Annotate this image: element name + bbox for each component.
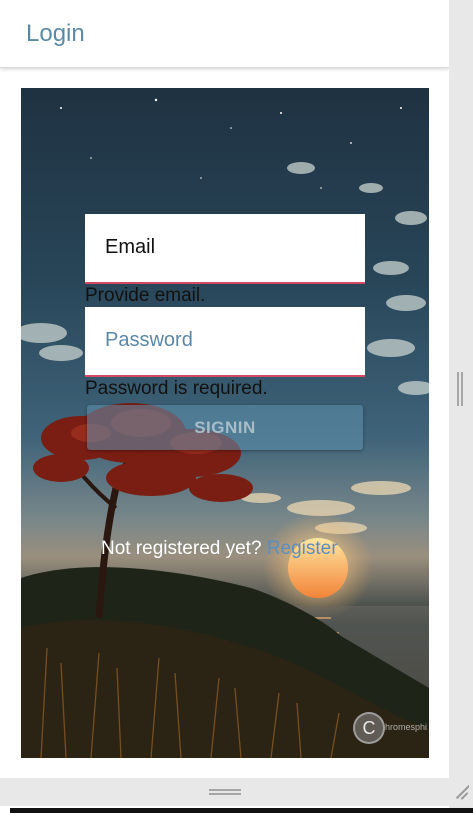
page-title: Login	[26, 20, 85, 47]
horizontal-resize-handle-icon[interactable]	[209, 789, 241, 795]
register-link[interactable]: Register	[267, 538, 338, 559]
bottom-divider	[10, 808, 473, 813]
email-field[interactable]: Email	[85, 214, 365, 284]
corner-resize-grip-icon[interactable]	[453, 784, 469, 800]
register-prompt-line: Not registered yet? Register	[101, 538, 338, 560]
password-error-message: Password is required.	[85, 378, 268, 399]
email-placeholder: Email	[105, 236, 156, 258]
vertical-resize-handle-icon[interactable]	[457, 372, 463, 406]
login-background-scene: Email Provide email. Password Password i…	[21, 88, 429, 758]
password-placeholder: Password	[105, 329, 193, 351]
app-header: Login	[0, 0, 449, 68]
watermark-logo: C hromesphi	[351, 710, 429, 746]
watermark-circle-icon: C	[353, 712, 385, 744]
register-prompt-text: Not registered yet?	[101, 538, 262, 559]
email-error-message: Provide email.	[85, 285, 206, 306]
right-resize-rail	[449, 0, 473, 813]
signin-button[interactable]: SIGNIN	[87, 405, 363, 450]
watermark-text: hromesphi	[385, 722, 428, 732]
password-field[interactable]: Password	[85, 307, 365, 377]
